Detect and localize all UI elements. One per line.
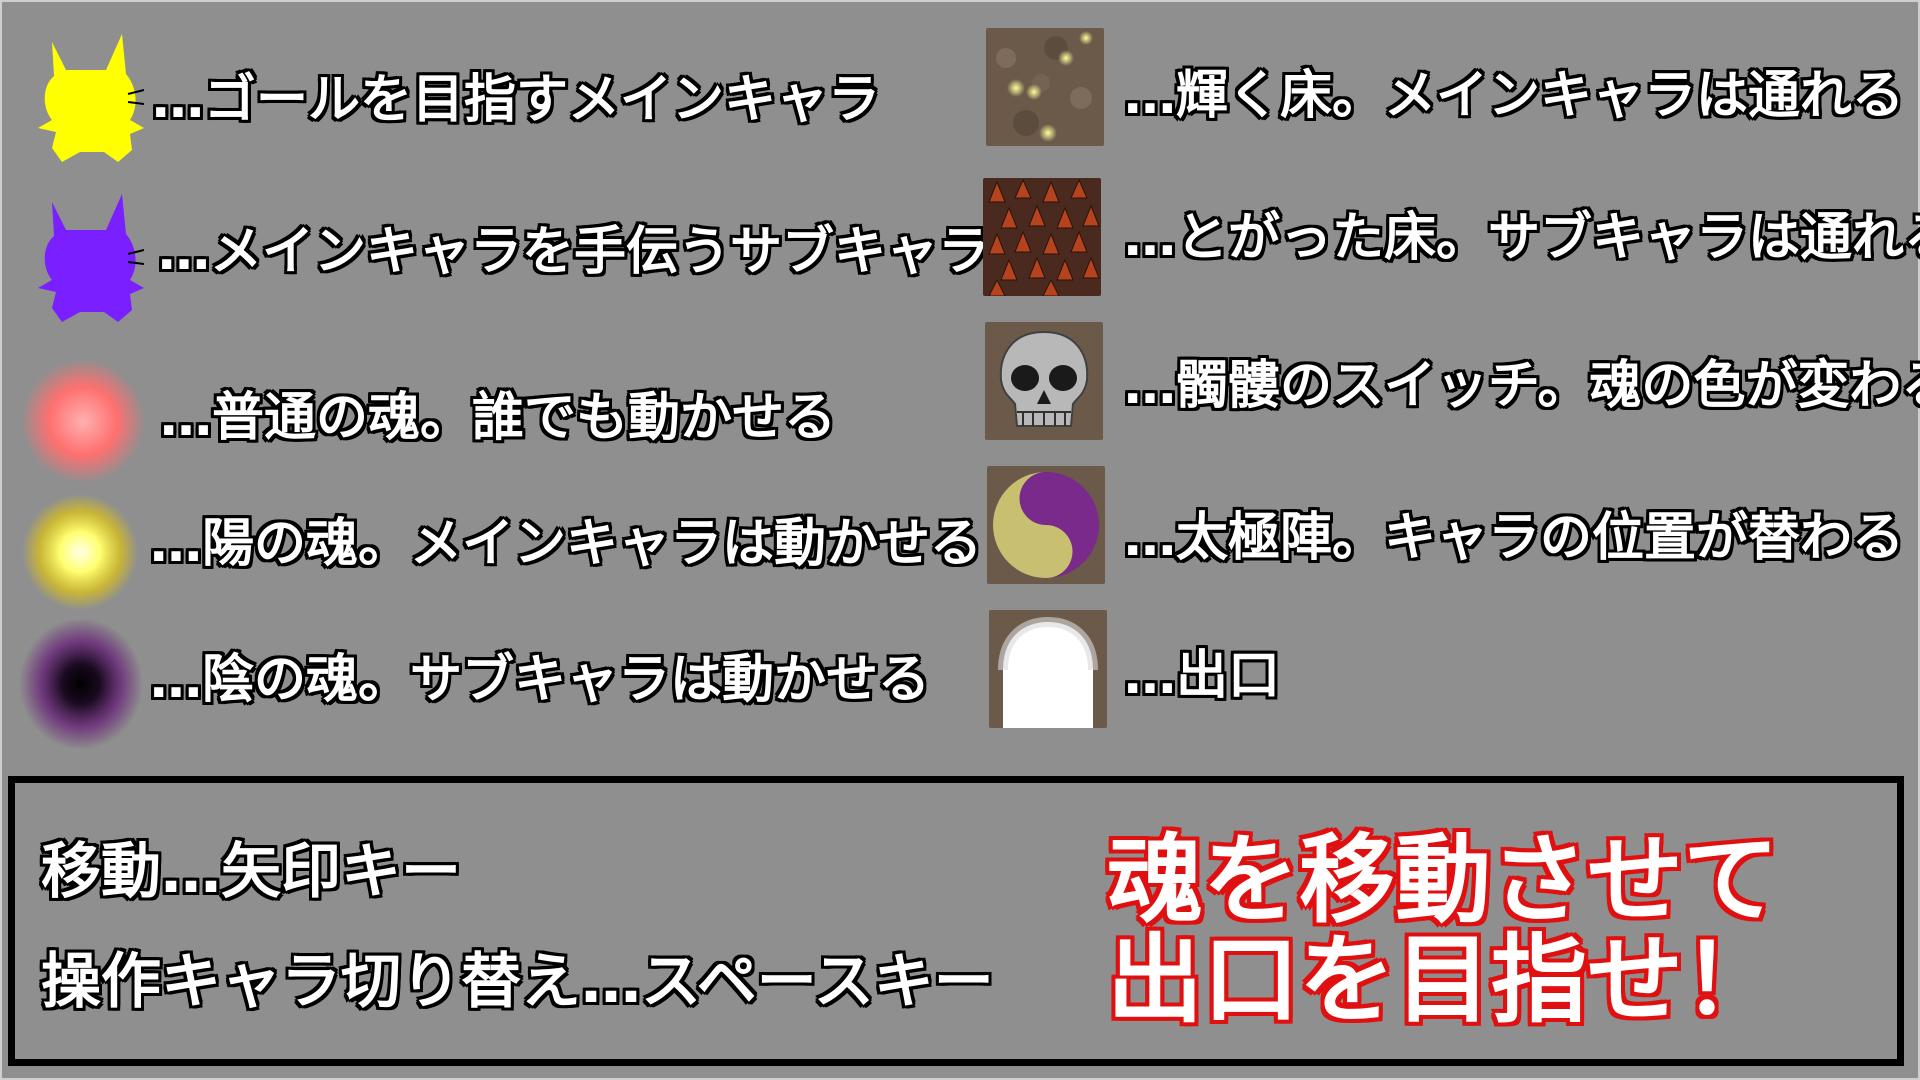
switch-character-controls-text: 操作キャラ切り替え…スペースキー <box>41 947 994 1017</box>
legend-exit-text: …出口 <box>1124 646 1281 706</box>
purple-cat-icon <box>38 194 144 322</box>
taiji-circle-icon <box>987 466 1105 584</box>
legend-yin-soul-text: …陰の魂。サブキャラは動かせる <box>150 650 931 710</box>
instructions-panel: 移動…矢印キー 操作キャラ切り替え…スペースキー 魂を移動させて 出口を目指せ！ <box>8 776 1904 1066</box>
skull-switch-icon <box>985 322 1103 440</box>
yellow-soul-icon <box>22 494 138 610</box>
legend-taiji-text: …太極陣。キャラの位置が替わる <box>1124 508 1905 568</box>
legend-glowing-floor-text: …輝く床。メインキャラは通れる <box>1124 66 1905 126</box>
goal-message-line2: 出口を目指せ！ <box>1107 924 1779 1036</box>
legend-spiked-floor-text: …とがった床。サブキャラは通れる <box>1124 208 1920 268</box>
legend-skull-switch-text: …髑髏のスイッチ。魂の色が変わる <box>1124 356 1920 416</box>
legend-main-character-text: …ゴールを目指すメインキャラ <box>152 70 881 130</box>
legend-sub-character-text: …メインキャラを手伝うサブキャラ <box>158 222 991 282</box>
glowing-floor-icon <box>986 28 1104 146</box>
legend-yang-soul-text: …陽の魂。メインキャラは動かせる <box>150 514 983 574</box>
dark-soul-icon <box>19 618 143 750</box>
yellow-cat-icon <box>38 34 144 162</box>
pink-soul-icon <box>21 359 145 483</box>
spiked-floor-icon <box>983 178 1101 296</box>
legend-normal-soul-text: …普通の魂。誰でも動かせる <box>160 388 837 448</box>
move-controls-text: 移動…矢印キー <box>41 837 461 907</box>
exit-icon <box>989 610 1107 728</box>
goal-message-line1: 魂を移動させて <box>1107 824 1779 936</box>
